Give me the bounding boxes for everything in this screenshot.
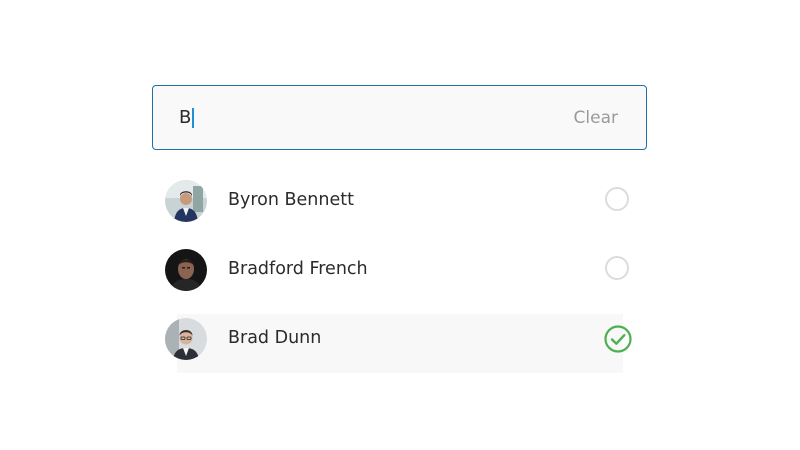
person-photo-icon xyxy=(165,180,207,222)
clear-button[interactable]: Clear xyxy=(574,108,618,128)
radio-unchecked-icon[interactable] xyxy=(605,256,629,280)
person-name: Byron Bennett xyxy=(228,190,354,210)
search-input[interactable]: B Clear xyxy=(152,85,647,150)
person-name: Bradford French xyxy=(228,259,368,279)
person-name: Brad Dunn xyxy=(228,328,322,348)
search-value: B xyxy=(179,106,195,130)
list-item[interactable]: Bradford French xyxy=(152,235,647,304)
list-item[interactable]: Brad Dunn xyxy=(152,304,647,373)
radio-unchecked-icon[interactable] xyxy=(605,187,629,211)
results-list: Byron Bennett Bradford French Brad Dunn xyxy=(152,166,647,373)
avatar xyxy=(165,249,207,291)
avatar xyxy=(165,318,207,360)
person-photo-icon xyxy=(165,318,207,360)
list-item[interactable]: Byron Bennett xyxy=(152,166,647,235)
people-picker: B Clear Byron Bennett Bradford French Br… xyxy=(0,0,800,450)
search-text: B xyxy=(179,107,192,128)
avatar xyxy=(165,180,207,222)
check-circle-icon[interactable] xyxy=(604,325,632,353)
text-caret xyxy=(192,107,195,128)
person-photo-icon xyxy=(165,249,207,291)
